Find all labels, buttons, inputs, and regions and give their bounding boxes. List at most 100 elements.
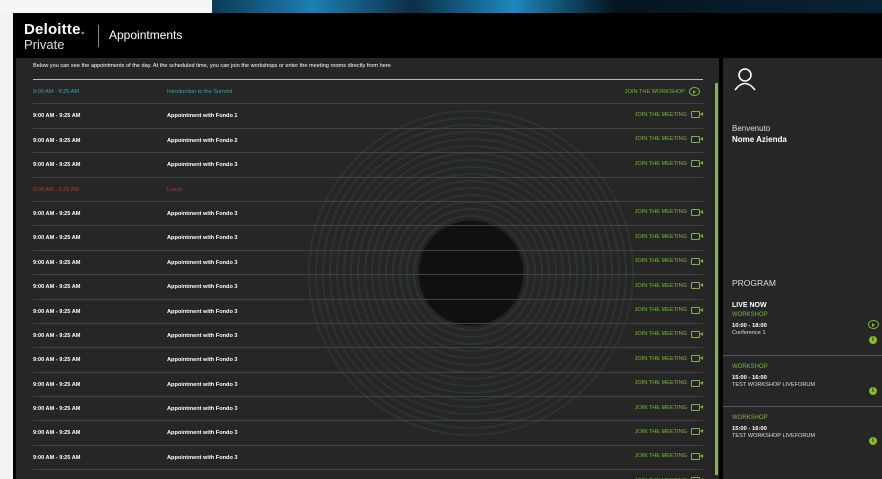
- appointment-title: Appointment with Fondo 3: [167, 357, 238, 364]
- page-title: Appointments: [109, 28, 183, 42]
- appointment-title: Appointment with Fondo 1: [167, 113, 238, 120]
- deloitte-private-logo[interactable]: Deloitte. Private: [24, 22, 85, 51]
- table-row: 9:00 AM - 9:25 AMAppointment with Fondo …: [33, 348, 703, 373]
- appointment-time: 9:00 AM - 9:25 AM: [33, 186, 80, 193]
- video-camera-icon: [691, 355, 703, 363]
- program-divider: [723, 355, 882, 356]
- join-meeting-button[interactable]: JOIN THE MEETING: [634, 428, 703, 436]
- appointment-title: Appointment with Fondo 3: [167, 259, 238, 266]
- action-label: JOIN THE MEETING: [634, 331, 687, 338]
- program-item-label: WORKSHOP: [732, 312, 768, 318]
- join-meeting-button[interactable]: JOIN THE MEETING: [634, 257, 703, 265]
- video-camera-icon: [691, 160, 703, 168]
- action-label: JOIN THE MEETING: [634, 160, 687, 167]
- info-icon[interactable]: i: [869, 387, 877, 395]
- program-item-time: 15:00 - 16:00: [732, 375, 767, 381]
- join-meeting-button[interactable]: JOIN THE MEETING: [635, 452, 703, 460]
- appointment-time: 9:00 AM - 9:25 AM: [33, 381, 81, 388]
- program-item[interactable]: WORKSHOP 15:00 - 16:00 TEST WORKSHOP LIV…: [732, 364, 882, 388]
- scrollbar[interactable]: [715, 83, 718, 475]
- join-meeting-button[interactable]: JOIN THE MEETING: [634, 160, 703, 168]
- info-icon[interactable]: i: [869, 336, 877, 344]
- action-label: JOIN THE WORKSHOP: [624, 88, 685, 95]
- appointment-title: Appointment with Fondo 3: [167, 235, 238, 242]
- user-icon[interactable]: [734, 67, 756, 91]
- video-camera-icon: [691, 452, 703, 460]
- action-label: JOIN THE MEETING: [634, 136, 687, 143]
- intro-text: Below you can see the appointments of th…: [33, 63, 391, 69]
- table-row: 9:00 AM - 9:25 AM Appointment with Fondo …: [33, 300, 703, 324]
- join-meeting-button[interactable]: JOIN THE MEETING: [635, 111, 703, 119]
- live-now-label: LIVE NOW: [732, 302, 767, 309]
- appointment-title: Appointment with Fondo 3: [167, 308, 238, 315]
- video-camera-icon: [691, 208, 703, 216]
- program-item[interactable]: WORKSHOP 15:00 - 16:00 TEST WORKSHOP LIV…: [732, 415, 882, 439]
- table-row: 9:00 AM - 9:25 AMAppointment with Fondo …: [33, 324, 703, 349]
- appointments-panel: Below you can see the appointments of th…: [16, 58, 719, 479]
- join-meeting-button[interactable]: JOIN THE MEETING: [635, 404, 703, 412]
- join-meeting-button[interactable]: JOIN THE MEETING: [634, 330, 703, 338]
- appointment-time: 9:00 AM - 9:25 AM: [33, 162, 81, 169]
- program-item[interactable]: WORKSHOP 10:00 - 18:00 Conference 1: [732, 312, 882, 336]
- appointment-title: Appointment with Fondo 3: [167, 430, 238, 437]
- appointment-title: Appointment with Fondo 3: [167, 454, 238, 461]
- table-row: 9:00 AM - 9:25 AMAppointment with Fondo …: [33, 202, 703, 227]
- program-item-name: TEST WORKSHOP LIVEFORUM: [732, 382, 816, 388]
- video-camera-icon: [691, 135, 703, 143]
- appointment-time: 9:00 AM - 9:25 AM: [33, 284, 81, 291]
- action-label: JOIN THE MEETING: [634, 233, 687, 240]
- video-camera-icon: [691, 330, 703, 338]
- appointment-time: 9:00 AM - 9:25 AM: [33, 406, 81, 413]
- appointment-time: 9:00 AM - 9:25 AM: [33, 259, 81, 266]
- video-camera-icon: [691, 111, 703, 119]
- info-icon[interactable]: i: [869, 437, 877, 445]
- join-meeting-button[interactable]: JOIN THE MEETING: [634, 135, 703, 143]
- table-row: 9:00 AM - 9:25 AM Appointment with Fondo …: [33, 104, 703, 129]
- action-label: JOIN THE MEETING: [634, 209, 687, 216]
- join-meeting-button[interactable]: JOIN THE MEETING: [634, 233, 703, 241]
- action-label: JOIN THE MEETING: [634, 282, 687, 289]
- program-item-name: TEST WORKSHOP LIVEFORUM: [732, 433, 816, 439]
- join-meeting-button[interactable]: JOIN THE MEETING: [635, 355, 703, 363]
- video-camera-icon: [691, 282, 703, 290]
- appointment-title: Appointment with Fondo 3: [167, 332, 238, 339]
- brand-dot: .: [80, 21, 85, 38]
- table-row: 9:00 AM - 9:25 AMAppointment with Fondo …: [33, 226, 703, 251]
- sidebar: Benvenuto Nome Azienda PROGRAM LIVE NOW …: [723, 58, 882, 479]
- join-meeting-button[interactable]: JOIN THE MEETING: [634, 282, 703, 290]
- table-row: 9:00 AM - 9:25 AMAppointment with Fondo …: [33, 470, 703, 479]
- video-camera-icon: [691, 404, 703, 412]
- program-title: PROGRAM: [732, 278, 776, 288]
- appointment-time: 9:00 AM - 9:25 AM: [33, 308, 81, 315]
- appointment-title: Appointment with Fondo 3: [167, 406, 238, 413]
- appointment-time: 9:00 AM - 9:25 AM: [33, 430, 81, 437]
- table-row: 9:00 AM - 9:25 AMAppointment with Fondo …: [33, 129, 703, 154]
- video-camera-icon: [691, 306, 703, 314]
- video-camera-icon: [691, 233, 703, 241]
- video-camera-icon: [691, 257, 703, 265]
- appointment-time: 9:00 AM - 9:25 AM: [33, 113, 81, 120]
- play-icon[interactable]: [868, 320, 879, 329]
- appointment-title: Introduction to the Summit: [167, 89, 233, 95]
- app-window: Deloitte. Private Appointments Below you…: [13, 13, 882, 479]
- action-label: JOIN THE MEETING: [634, 428, 687, 435]
- appointment-title: Appointment with Fondo 3: [167, 284, 238, 291]
- table-row: 9:00 AM - 9:25 AMAppointment with Fondo …: [33, 373, 703, 398]
- banner-artwork: [212, 0, 882, 13]
- brand-sub: Private: [24, 37, 65, 52]
- join-meeting-button[interactable]: JOIN THE MEETING: [635, 379, 703, 387]
- video-camera-icon: [691, 379, 703, 387]
- appointment-time: 9:00 AM - 9:25 AM: [33, 89, 80, 95]
- program-divider: [723, 406, 882, 407]
- appointment-title: Appointment with Fondo 3: [167, 210, 238, 217]
- table-row: 9:00 AM - 9:25 AM Appointment with Fondo …: [33, 251, 703, 276]
- join-meeting-button[interactable]: JOIN THE MEETING: [635, 306, 703, 314]
- join-workshop-button[interactable]: JOIN THE WORKSHOP: [625, 87, 700, 96]
- action-label: JOIN THE MEETING: [634, 258, 687, 265]
- program-item-label: WORKSHOP: [732, 415, 768, 421]
- appointments-table: 9:00 AM - 9:25 AM Introduction to the Sum…: [33, 79, 703, 479]
- appointment-title: Appointment with Fondo 2: [167, 137, 238, 144]
- join-meeting-button[interactable]: JOIN THE MEETING: [634, 208, 703, 216]
- play-icon: [689, 87, 700, 96]
- company-name: Nome Azienda: [732, 135, 787, 144]
